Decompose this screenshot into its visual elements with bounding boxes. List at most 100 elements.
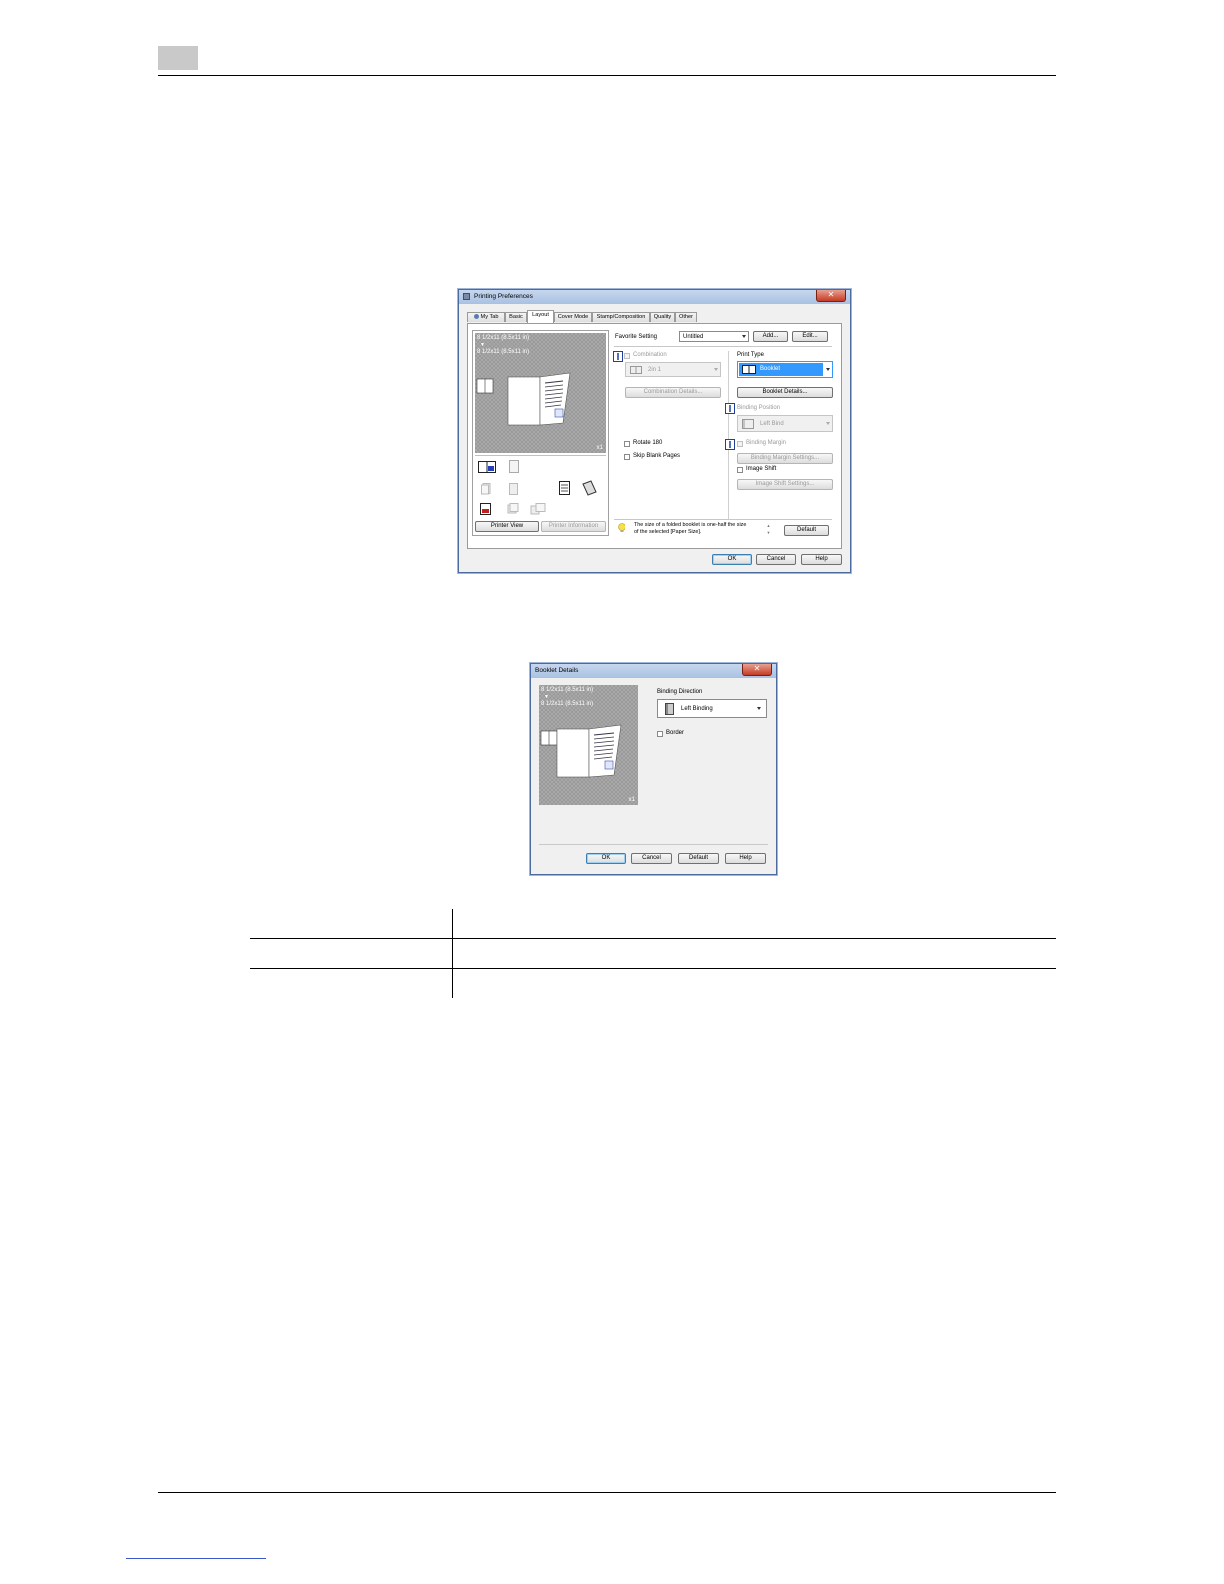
dialog-title: Booklet Details xyxy=(535,667,579,674)
left-bind-icon xyxy=(742,419,754,429)
footer-link-underline[interactable] xyxy=(126,1558,266,1559)
document-icon[interactable] xyxy=(559,481,571,495)
skip-blank-pages-checkbox[interactable] xyxy=(624,454,630,460)
favorite-setting-select[interactable]: Untitled xyxy=(679,331,749,342)
booklet-preview: 8 1/2x11 (8.5x11 in) ▼ 8 1/2x11 (8.5x11 … xyxy=(539,685,638,805)
image-shift-label: Image Shift xyxy=(746,466,777,472)
dialog-title: Printing Preferences xyxy=(474,293,533,300)
hint-separator xyxy=(614,519,832,520)
function-icons xyxy=(475,455,606,516)
binding-direction-label: Binding Direction xyxy=(657,689,703,695)
binding-position-label: Binding Position xyxy=(737,405,781,411)
help-button[interactable]: Help xyxy=(801,554,842,565)
preview-copies: x1 xyxy=(596,445,603,451)
print-type-label: Print Type xyxy=(737,352,764,358)
binding-margin-settings-button[interactable]: Binding Margin Settings... xyxy=(737,453,833,464)
chapter-number-box xyxy=(158,46,198,70)
preview-arrow: ▼ xyxy=(544,694,549,700)
default-button[interactable]: Default xyxy=(784,525,829,536)
header-rule xyxy=(158,75,1056,76)
info-pin-icon xyxy=(725,439,735,450)
tab-panel: 8 1/2x11 (8.5x11 in) ▼ 8 1/2x11 (8.5x11 … xyxy=(467,323,842,549)
table-row-rule xyxy=(250,968,1056,969)
printer-information-button[interactable]: Printer Information xyxy=(541,521,606,532)
preview-arrow: ▼ xyxy=(480,342,485,348)
combination-select[interactable]: 2in 1 xyxy=(625,362,721,377)
shift-icon[interactable] xyxy=(507,503,519,515)
skip-blank-pages-label: Skip Blank Pages xyxy=(633,453,681,459)
preview-paper-to: 8 1/2x11 (8.5x11 in) xyxy=(477,349,530,355)
binding-direction-select[interactable]: Left Binding xyxy=(657,699,767,718)
copy-pages-icon[interactable] xyxy=(481,483,491,495)
booklet-details-dialog: Booklet Details ✕ 8 1/2x11 (8.5x11 in) ▼… xyxy=(530,663,777,875)
column-separator xyxy=(728,351,729,519)
combination-checkbox[interactable] xyxy=(624,353,630,359)
hint-text-line2: of the selected [Paper Size]. xyxy=(634,529,702,535)
user-icon xyxy=(473,314,479,320)
preview-copies: x1 xyxy=(628,797,635,803)
tab-other[interactable]: Other xyxy=(675,312,697,322)
hint-text-line1: The size of a folded booklet is one-half… xyxy=(634,522,747,528)
combination-details-button[interactable]: Combination Details... xyxy=(625,387,721,398)
page-layout-icon[interactable] xyxy=(509,460,519,473)
booklet-details-button[interactable]: Booklet Details... xyxy=(737,387,833,398)
table-row-rule xyxy=(250,938,1056,939)
image-shift-settings-button[interactable]: Image Shift Settings... xyxy=(737,479,833,490)
left-binding-icon xyxy=(665,703,674,715)
preview-frame: 8 1/2x11 (8.5x11 in) ▼ 8 1/2x11 (8.5x11 … xyxy=(472,330,609,536)
combination-label: Combination xyxy=(633,352,667,358)
close-button[interactable]: ✕ xyxy=(742,664,772,676)
booklet-function-icon[interactable] xyxy=(478,461,496,473)
staple-icon[interactable] xyxy=(530,503,546,515)
bottom-separator xyxy=(539,844,768,845)
help-button[interactable]: Help xyxy=(725,853,766,864)
printer-settings-icon[interactable] xyxy=(480,503,491,515)
binding-margin-checkbox[interactable] xyxy=(737,441,743,447)
fold-icon[interactable] xyxy=(581,480,597,496)
rotate-180-checkbox[interactable] xyxy=(624,441,630,447)
printing-preferences-dialog: Printing Preferences ✕ My Tab Basic Layo… xyxy=(458,289,851,573)
preview-paper-from: 8 1/2x11 (8.5x11 in) xyxy=(541,687,594,693)
layout-preview: 8 1/2x11 (8.5x11 in) ▼ 8 1/2x11 (8.5x11 … xyxy=(475,333,606,453)
print-type-select[interactable]: Booklet xyxy=(737,361,833,378)
binding-position-select[interactable]: Left Bind xyxy=(737,415,833,432)
booklet-illustration xyxy=(540,724,622,778)
tab-stamp-composition[interactable]: Stamp/Composition xyxy=(592,312,650,322)
separator xyxy=(614,346,832,347)
hint-scrollbar[interactable]: ▲ ▼ xyxy=(765,522,772,538)
close-button[interactable]: ✕ xyxy=(816,290,846,302)
printer-view-button[interactable]: Printer View xyxy=(475,521,539,532)
lightbulb-icon xyxy=(618,523,625,532)
ok-button[interactable]: OK xyxy=(586,853,626,864)
tab-bar: My Tab Basic Layout Cover Mode Stamp/Com… xyxy=(467,310,842,323)
printer-icon xyxy=(463,293,470,300)
tab-cover-mode[interactable]: Cover Mode xyxy=(554,312,592,322)
two-in-one-icon xyxy=(630,366,642,374)
info-pin-icon xyxy=(725,403,735,414)
default-button[interactable]: Default xyxy=(678,853,719,864)
cancel-button[interactable]: Cancel xyxy=(756,554,796,565)
table-column-divider xyxy=(452,909,453,998)
border-checkbox[interactable] xyxy=(657,731,663,737)
booklet-type-icon xyxy=(742,365,756,374)
tab-layout[interactable]: Layout xyxy=(527,310,554,323)
rotate-180-label: Rotate 180 xyxy=(633,440,663,446)
footer-rule xyxy=(158,1492,1056,1493)
title-bar: Printing Preferences ✕ xyxy=(459,290,850,304)
single-page-icon[interactable] xyxy=(509,483,519,495)
border-label: Border xyxy=(666,730,685,736)
title-bar: Booklet Details ✕ xyxy=(531,664,776,678)
info-pin-icon xyxy=(613,351,623,362)
preview-paper-to: 8 1/2x11 (8.5x11 in) xyxy=(541,701,594,707)
cancel-button[interactable]: Cancel xyxy=(631,853,672,864)
tab-my-tab[interactable]: My Tab xyxy=(467,312,505,322)
booklet-illustration xyxy=(476,372,571,426)
edit-button[interactable]: Edit... xyxy=(792,331,828,342)
ok-button[interactable]: OK xyxy=(712,554,752,565)
tab-quality[interactable]: Quality xyxy=(650,312,675,322)
tab-basic[interactable]: Basic xyxy=(505,312,527,322)
preview-paper-from: 8 1/2x11 (8.5x11 in) xyxy=(477,335,530,341)
add-button[interactable]: Add... xyxy=(753,331,788,342)
binding-margin-label: Binding Margin xyxy=(746,440,787,446)
image-shift-checkbox[interactable] xyxy=(737,467,743,473)
